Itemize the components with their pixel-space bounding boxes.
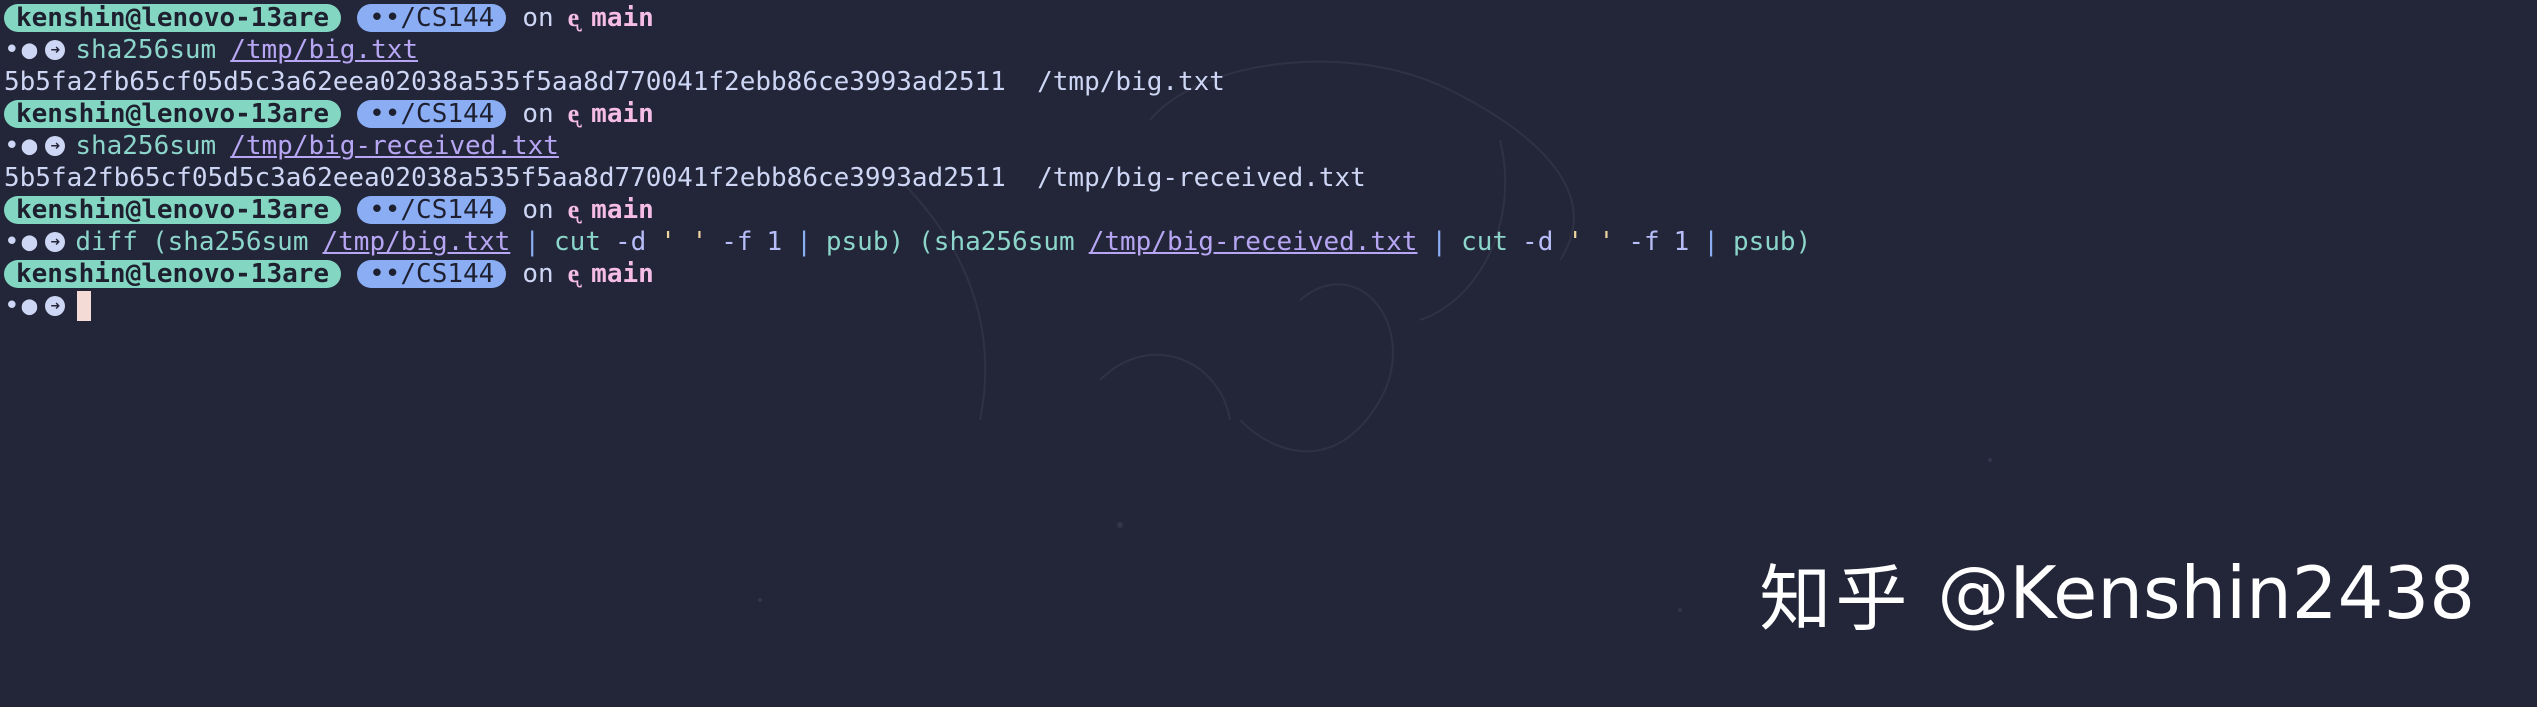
prompt-user-host: kenshin@lenovo-13are [4,4,342,32]
command-flag: -f [721,227,753,257]
prompt-directory: ••/CS144 [357,100,507,128]
command-name: psub [825,227,889,257]
prompt-line: kenshin@lenovo-13are ••/CS144 on ᶒ main [4,194,2537,226]
git-branch-icon: ᶒ [567,99,580,129]
prompt-on-label: on [522,195,554,225]
git-branch-icon: ᶒ [567,259,580,289]
command-name: sha256sum [75,131,217,161]
command-name: diff [75,227,138,257]
command-line: •● ➜ sha256sum /tmp/big-received.txt [4,130,2537,162]
prompt-arrow-icon: ➜ [45,136,66,156]
author-handle: @Kenshin2438 [1937,550,2475,635]
number-literal: 1 [766,227,783,257]
subshell-close: ) [888,227,905,257]
prompt-directory: ••/CS144 [357,4,507,32]
git-branch-name: main [591,259,654,289]
command-path-link[interactable]: /tmp/big-received.txt [230,130,559,162]
number-literal: 1 [1673,227,1690,257]
string-literal: ' ' [660,227,708,257]
prompt-directory: ••/CS144 [357,196,507,224]
command-line: •● ➜ sha256sum /tmp/big.txt [4,34,2537,66]
zhihu-watermark: 知乎 @Kenshin2438 [1759,540,2475,645]
command-input-line[interactable]: •● ➜ [4,290,2537,322]
output-text: 5b5fa2fb65cf05d5c3a62eea02038a535f5aa8d7… [4,67,1225,97]
git-branch-name: main [591,3,654,33]
prompt-user-host: kenshin@lenovo-13are [4,196,342,224]
command-name: sha256sum [75,35,217,65]
zhihu-logo-text: 知乎 [1759,557,1912,641]
command-name: psub [1732,227,1796,257]
subshell-command: (sha256sum [151,227,309,257]
command-flag: -d [1522,227,1554,257]
prompt-directory: ••/CS144 [357,260,507,288]
prompt-on-label: on [522,3,554,33]
command-flag: -d [614,227,647,257]
prompt-dots-icon: •● [4,291,40,321]
prompt-on-label: on [522,99,554,129]
pipe-operator: | [1431,227,1448,257]
git-branch-name: main [591,99,654,129]
command-flag: -f [1628,227,1660,257]
subshell-close: ) [1795,227,1812,257]
pipe-operator: | [524,227,540,257]
prompt-line: kenshin@lenovo-13are ••/CS144 on ᶒ main [4,2,2537,34]
command-name: cut [1461,227,1509,257]
command-output: 5b5fa2fb65cf05d5c3a62eea02038a535f5aa8d7… [4,162,2537,194]
prompt-dots-icon: •● [4,131,40,161]
terminal-output: kenshin@lenovo-13are ••/CS144 on ᶒ main … [4,2,2537,322]
prompt-user-host: kenshin@lenovo-13are [4,260,342,288]
output-text: 5b5fa2fb65cf05d5c3a62eea02038a535f5aa8d7… [4,163,1366,193]
command-name: cut [553,227,601,257]
string-literal: ' ' [1567,227,1615,257]
command-path-link[interactable]: /tmp/big-received.txt [1089,226,1418,258]
prompt-user-host: kenshin@lenovo-13are [4,100,342,128]
prompt-on-label: on [522,259,554,289]
text-cursor[interactable] [77,291,92,321]
prompt-dots-icon: •● [4,35,40,65]
prompt-line: kenshin@lenovo-13are ••/CS144 on ᶒ main [4,258,2537,290]
prompt-arrow-icon: ➜ [45,296,66,316]
command-line: •● ➜ diff (sha256sum /tmp/big.txt | cut … [4,226,2537,258]
command-output: 5b5fa2fb65cf05d5c3a62eea02038a535f5aa8d7… [4,66,2537,98]
prompt-dots-icon: •● [4,227,40,257]
git-branch-name: main [591,195,654,225]
pipe-operator: | [1703,227,1719,257]
command-path-link[interactable]: /tmp/big.txt [230,34,418,66]
pipe-operator: | [796,227,812,257]
prompt-line: kenshin@lenovo-13are ••/CS144 on ᶒ main [4,98,2537,130]
subshell-command: (sha256sum [918,227,1075,257]
prompt-arrow-icon: ➜ [45,232,66,252]
prompt-arrow-icon: ➜ [45,40,66,60]
git-branch-icon: ᶒ [567,3,580,33]
command-path-link[interactable]: /tmp/big.txt [322,226,510,258]
git-branch-icon: ᶒ [567,195,580,225]
